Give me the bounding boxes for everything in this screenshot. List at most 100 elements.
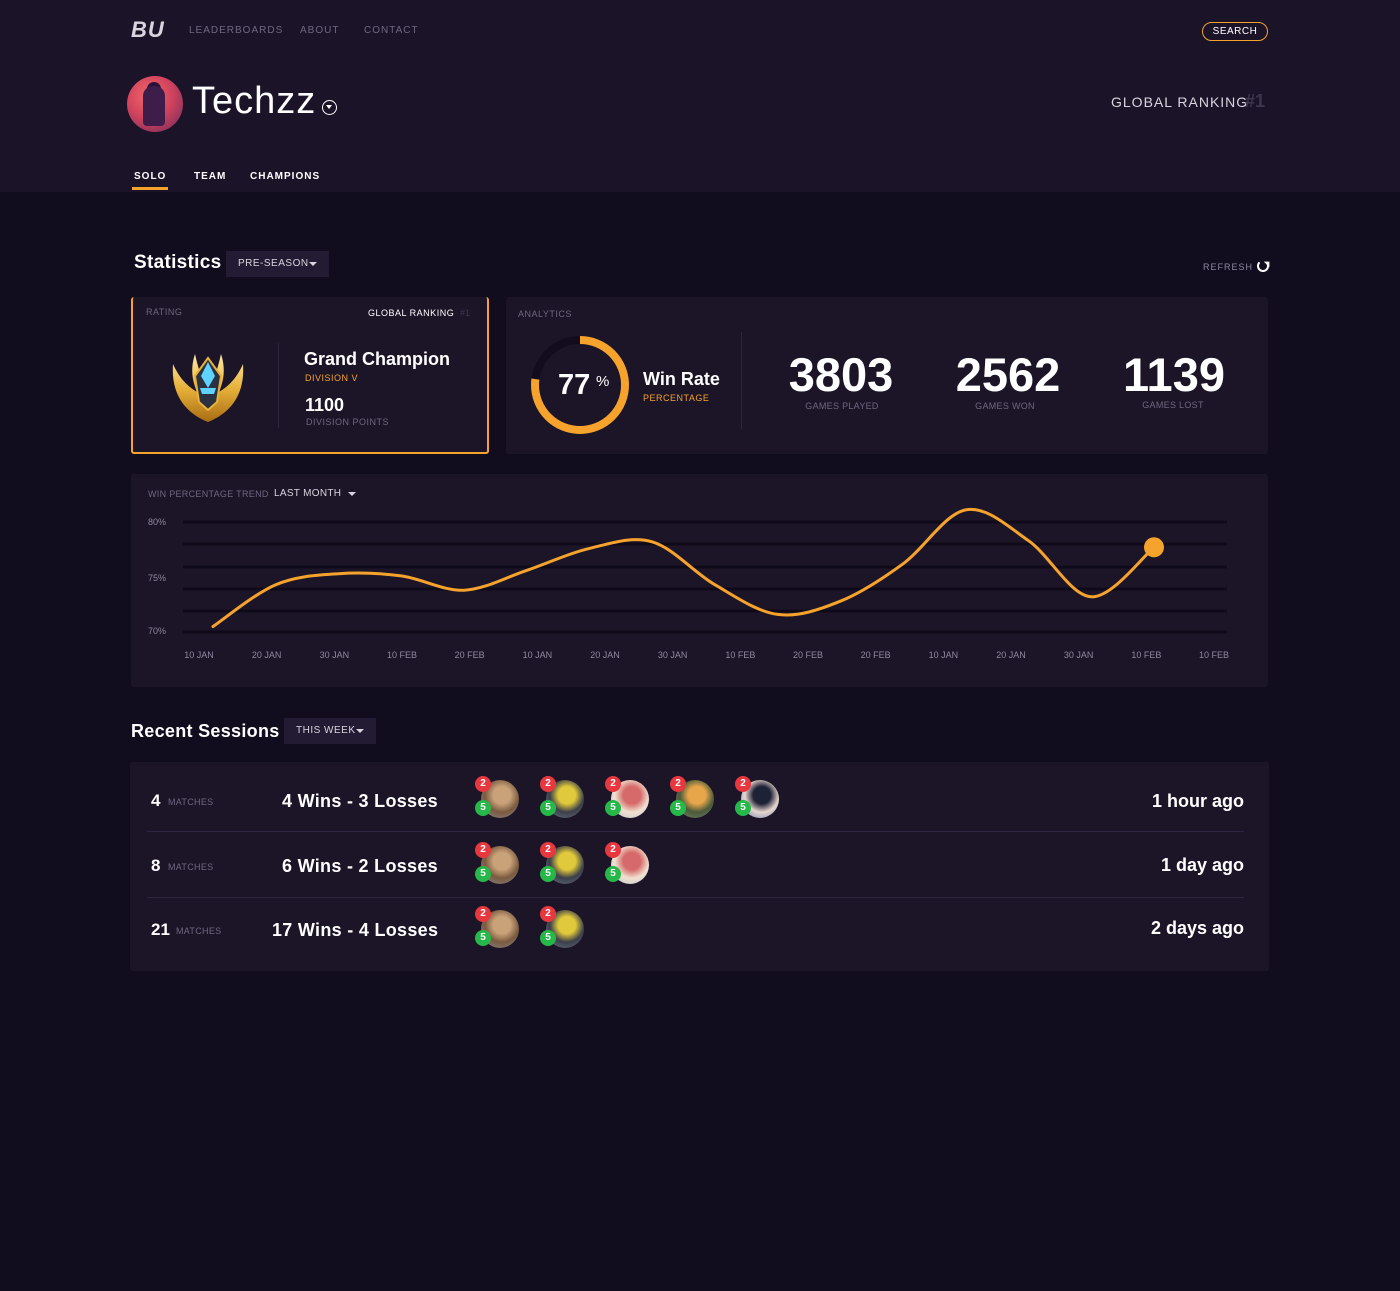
- champion-portrait[interactable]: 25: [540, 842, 586, 886]
- champion-losses-badge: 2: [540, 842, 556, 858]
- matches-label: MATCHES: [168, 797, 214, 807]
- user-dropdown-icon[interactable]: [322, 100, 337, 115]
- champion-portrait[interactable]: 25: [735, 776, 781, 820]
- champion-losses-badge: 2: [475, 776, 491, 792]
- games-won-label: GAMES WON: [975, 401, 1035, 411]
- session-result: 4 Wins - 3 Losses: [282, 791, 438, 811]
- tab-solo[interactable]: SOLO: [134, 171, 166, 182]
- champion-portrait[interactable]: 25: [540, 776, 586, 820]
- chevron-down-icon: [309, 262, 317, 266]
- trend-last-point[interactable]: [1144, 537, 1164, 558]
- x-tick-label: 10 JAN: [184, 650, 214, 660]
- season-dropdown[interactable]: PRE-SEASON: [226, 251, 329, 277]
- x-tick-label: 20 FEB: [792, 650, 824, 660]
- win-trend-card: WIN PERCENTAGE TREND LAST MONTH 80% 75% …: [131, 474, 1268, 687]
- recent-sessions-title: Recent Sessions: [131, 721, 280, 741]
- x-tick-label: 10 FEB: [386, 650, 418, 660]
- username: Techzz: [192, 80, 317, 122]
- games-won-value: 2562: [955, 348, 1061, 401]
- site-logo[interactable]: BU: [131, 17, 165, 43]
- x-tick-label: 10 JAN: [928, 650, 959, 660]
- x-tick-label: 20 JAN: [251, 650, 282, 660]
- champion-wins-badge: 5: [475, 866, 491, 882]
- avatar: [127, 76, 183, 132]
- champion-losses-badge: 2: [540, 906, 556, 922]
- champion-wins-badge: 5: [540, 866, 556, 882]
- session-row[interactable]: 4 MATCHES 4 Wins - 3 Losses 2525252525 1…: [147, 766, 1244, 832]
- champion-wins-badge: 5: [670, 800, 686, 816]
- champion-losses-badge: 2: [475, 906, 491, 922]
- champion-wins-badge: 5: [605, 866, 621, 882]
- analytics-card: ANALYTICS 77 % Win Rate PERCENTAGE 3803 …: [506, 297, 1268, 454]
- nav-contact[interactable]: CONTACT: [364, 25, 419, 36]
- rating-divider: [278, 343, 279, 428]
- champion-wins-badge: 5: [605, 800, 621, 816]
- rating-card: RATING GLOBAL RANKING #1 Grand Champion …: [131, 297, 489, 454]
- champion-wins-badge: 5: [735, 800, 751, 816]
- champion-losses-badge: 2: [735, 776, 751, 792]
- nav-leaderboards[interactable]: LEADERBOARDS: [189, 25, 283, 36]
- games-played-value: 3803: [788, 348, 894, 401]
- refresh-icon[interactable]: [1257, 260, 1269, 272]
- x-tick-label: 30 JAN: [1063, 650, 1094, 660]
- statistics-title: Statistics: [134, 252, 222, 273]
- session-time: 1 day ago: [1160, 855, 1244, 875]
- champion-portrait[interactable]: 25: [475, 776, 521, 820]
- rating-global-ranking-value: #1: [460, 308, 471, 318]
- champion-wins-badge: 5: [540, 930, 556, 946]
- champion-losses-badge: 2: [475, 842, 491, 858]
- session-match-count: 4: [151, 791, 161, 810]
- x-tick-label: 20 FEB: [860, 650, 891, 660]
- champion-portrait[interactable]: 25: [605, 842, 651, 886]
- win-rate-label: Win Rate: [643, 369, 720, 389]
- x-tick-label: 10 FEB: [1131, 650, 1162, 660]
- division-points: 1100: [305, 395, 345, 415]
- session-row[interactable]: 21 MATCHES 17 Wins - 4 Losses 2525 2 day…: [147, 898, 1244, 964]
- active-tab-indicator: [132, 187, 168, 190]
- champion-losses-badge: 2: [540, 776, 556, 792]
- x-tick-label: 20 FEB: [454, 650, 485, 660]
- x-tick-label: 10 FEB: [725, 650, 756, 660]
- session-row[interactable]: 8 MATCHES 6 Wins - 2 Losses 252525 1 day…: [147, 832, 1244, 898]
- win-rate-value: 77: [558, 369, 591, 401]
- refresh-button[interactable]: REFRESH: [1203, 262, 1253, 272]
- profile-header: BU LEADERBOARDS ABOUT CONTACT SEARCH Tec…: [0, 0, 1400, 192]
- session-time: 2 days ago: [1150, 918, 1244, 938]
- sessions-range-label: THIS WEEK: [296, 725, 356, 736]
- champion-losses-badge: 2: [605, 842, 621, 858]
- champion-portrait[interactable]: 25: [605, 776, 651, 820]
- champion-losses-badge: 2: [670, 776, 686, 792]
- champion-portrait[interactable]: 25: [475, 842, 521, 886]
- champion-losses-badge: 2: [605, 776, 621, 792]
- nav-about[interactable]: ABOUT: [300, 25, 339, 36]
- win-trend-chart: [183, 507, 1227, 634]
- sessions-range-dropdown[interactable]: THIS WEEK: [284, 718, 376, 744]
- analytics-divider: [741, 332, 742, 429]
- rank-name: Grand Champion: [304, 349, 451, 369]
- champion-portrait[interactable]: 25: [670, 776, 716, 820]
- session-time: 1 hour ago: [1151, 791, 1244, 811]
- x-tick-label: 30 JAN: [657, 650, 688, 660]
- grand-champion-emblem-icon: [172, 354, 244, 422]
- rating-section-label: RATING: [146, 307, 183, 317]
- x-tick-label: 30 JAN: [319, 650, 350, 660]
- champion-portrait[interactable]: 25: [540, 906, 586, 950]
- global-ranking-value: #1: [1245, 91, 1266, 111]
- champion-wins-badge: 5: [475, 800, 491, 816]
- matches-label: MATCHES: [168, 862, 214, 872]
- x-tick-label: 10 FEB: [1198, 650, 1230, 660]
- champion-portrait[interactable]: 25: [475, 906, 521, 950]
- x-tick-label: 20 JAN: [590, 650, 620, 660]
- games-played-label: GAMES PLAYED: [805, 401, 879, 411]
- games-lost-label: GAMES LOST: [1142, 400, 1204, 410]
- division-points-label: DIVISION POINTS: [306, 417, 390, 427]
- search-button[interactable]: SEARCH: [1202, 22, 1268, 41]
- tab-team[interactable]: TEAM: [194, 171, 226, 182]
- matches-label: MATCHES: [176, 926, 222, 936]
- rating-global-ranking-label: GLOBAL RANKING: [368, 308, 455, 318]
- session-result: 17 Wins - 4 Losses: [272, 920, 439, 940]
- games-lost-value: 1139: [1123, 348, 1225, 401]
- tab-champions[interactable]: CHAMPIONS: [250, 171, 320, 182]
- x-tick-label: 20 JAN: [996, 650, 1026, 660]
- win-rate-sub: PERCENTAGE: [643, 393, 710, 403]
